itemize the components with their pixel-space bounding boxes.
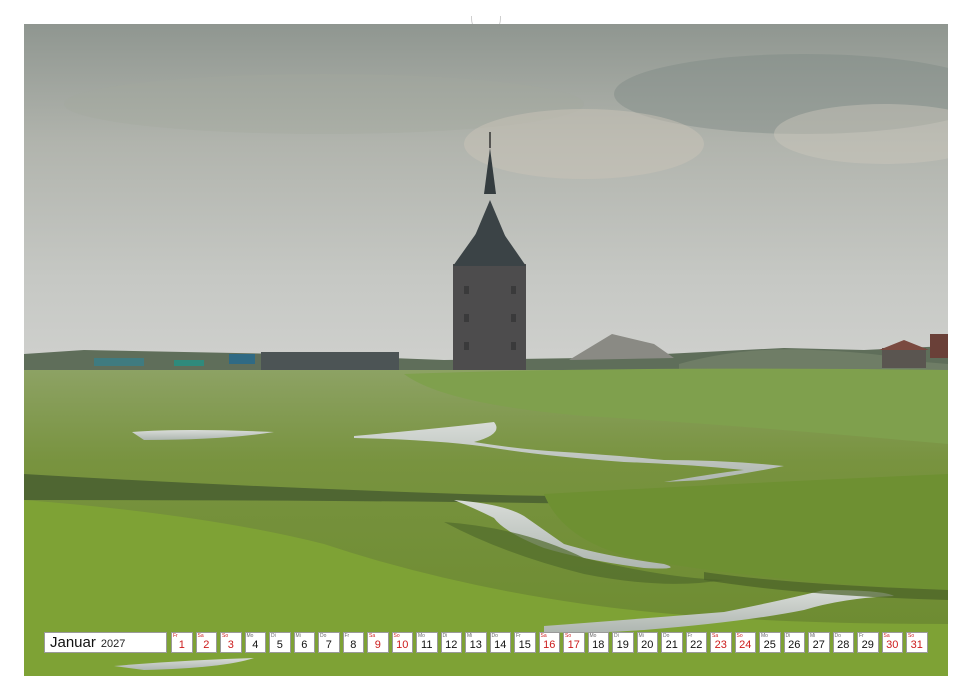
day-cell: Mi 6 [293, 632, 315, 653]
day-cell: Sa 30 [881, 632, 903, 653]
day-cell: Do 14 [489, 632, 511, 653]
day-number: 31 [910, 639, 923, 651]
month-year: 2027 [100, 637, 126, 650]
day-number: 19 [616, 639, 629, 651]
day-number: 21 [665, 639, 678, 651]
day-number: 3 [227, 639, 234, 651]
day-cell: Fr 15 [514, 632, 536, 653]
day-number: 18 [592, 639, 605, 651]
day-cell: Mo 25 [759, 632, 781, 653]
day-cell: Sa 2 [195, 632, 217, 653]
day-number: 22 [690, 639, 703, 651]
day-number: 1 [178, 639, 185, 651]
day-cell: Mi 13 [465, 632, 487, 653]
day-cell: So 3 [220, 632, 242, 653]
day-number: 23 [714, 639, 727, 651]
day-cell: Sa 23 [710, 632, 732, 653]
day-cell: Fr 8 [342, 632, 364, 653]
day-cell: So 17 [563, 632, 585, 653]
day-number: 8 [350, 639, 357, 651]
day-number: 7 [325, 639, 332, 651]
day-number: 20 [641, 639, 654, 651]
day-cells: Fr 1 Sa 2 So 3 Mo 4 Di 5 Mi 6 Do 7 Fr 8 Sa 9 So 10 Mo 11 Di 12 M… [171, 632, 931, 655]
day-number: 5 [276, 639, 283, 651]
day-cell: Fr 1 [171, 632, 193, 653]
day-cell: Sa 9 [367, 632, 389, 653]
day-number: 24 [739, 639, 752, 651]
day-cell: Mo 18 [587, 632, 609, 653]
day-number: 4 [252, 639, 259, 651]
day-number: 27 [812, 639, 825, 651]
day-cell: Mo 11 [416, 632, 438, 653]
day-number: 6 [301, 639, 308, 651]
day-cell: So 24 [734, 632, 756, 653]
day-number: 17 [567, 639, 580, 651]
day-cell: Di 19 [612, 632, 634, 653]
day-cell: So 10 [391, 632, 413, 653]
month-name: Januar [50, 634, 96, 651]
day-number: 9 [374, 639, 381, 651]
day-number: 30 [886, 639, 899, 651]
day-number: 28 [837, 639, 850, 651]
month-label-box: Januar 2027 [44, 632, 167, 653]
landscape-photo [24, 24, 948, 676]
day-number: 15 [518, 639, 531, 651]
day-cell: Di 26 [783, 632, 805, 653]
day-cell: So 31 [906, 632, 928, 653]
day-cell: Fr 22 [685, 632, 707, 653]
day-number: 10 [396, 639, 409, 651]
day-cell: Di 12 [440, 632, 462, 653]
day-cell: Mi 20 [636, 632, 658, 653]
day-cell: Sa 16 [538, 632, 560, 653]
day-cell: Fr 29 [857, 632, 879, 653]
day-number: 16 [543, 639, 556, 651]
day-cell: Do 21 [661, 632, 683, 653]
day-number: 13 [469, 639, 482, 651]
day-number: 11 [421, 639, 433, 651]
day-number: 26 [788, 639, 801, 651]
day-cell: Do 28 [832, 632, 854, 653]
day-cell: Mi 27 [808, 632, 830, 653]
day-number: 14 [494, 639, 507, 651]
day-number: 12 [445, 639, 458, 651]
calendar-strip: Januar 2027 Fr 1 Sa 2 So 3 Mo 4 Di 5 Mi 6 Do 7 Fr 8 Sa 9 S… [44, 632, 931, 655]
day-number: 25 [763, 639, 776, 651]
day-number: 29 [861, 639, 874, 651]
day-cell: Di 5 [269, 632, 291, 653]
day-cell: Do 7 [318, 632, 340, 653]
day-cell: Mo 4 [244, 632, 266, 653]
day-number: 2 [203, 639, 210, 651]
